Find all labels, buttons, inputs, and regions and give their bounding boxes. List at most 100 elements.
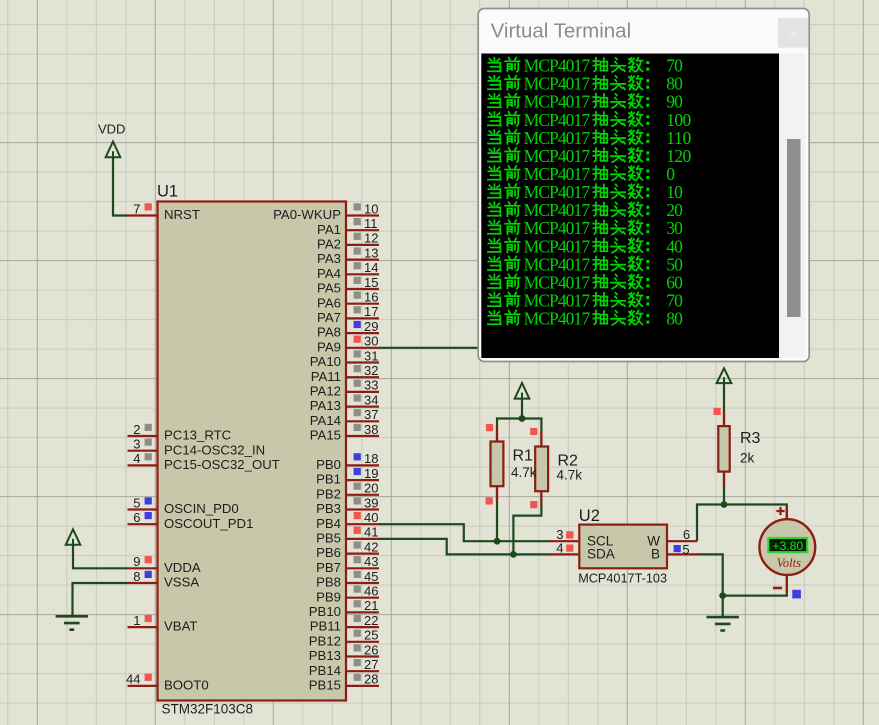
- svg-text:32: 32: [364, 363, 378, 378]
- svg-text:MCP4017: MCP4017: [524, 254, 591, 274]
- svg-text:VDDA: VDDA: [164, 560, 201, 575]
- svg-text:Virtual Terminal: Virtual Terminal: [491, 20, 632, 43]
- svg-text:MCP4017: MCP4017: [524, 291, 591, 311]
- svg-text:40: 40: [666, 236, 683, 256]
- svg-text:110: 110: [666, 128, 691, 148]
- svg-text:NRST: NRST: [164, 207, 200, 222]
- svg-text:34: 34: [364, 392, 378, 407]
- svg-text:18: 18: [364, 451, 378, 466]
- svg-text:PA3: PA3: [317, 251, 341, 266]
- svg-text:PB14: PB14: [309, 663, 341, 678]
- svg-text:31: 31: [364, 348, 378, 363]
- svg-text:28: 28: [364, 672, 378, 687]
- svg-text:15: 15: [364, 275, 378, 290]
- svg-text:8: 8: [133, 569, 140, 584]
- svg-text:R3: R3: [740, 430, 761, 447]
- svg-text:PB2: PB2: [316, 486, 341, 501]
- svg-text:4.7k: 4.7k: [557, 468, 583, 483]
- svg-text:2: 2: [133, 422, 140, 437]
- svg-text:U2: U2: [579, 507, 600, 525]
- svg-text:MCP4017T-103: MCP4017T-103: [578, 572, 667, 586]
- svg-text:13: 13: [364, 245, 378, 260]
- svg-text:PA11: PA11: [311, 369, 341, 384]
- svg-text:PB12: PB12: [309, 633, 341, 648]
- svg-text:14: 14: [364, 260, 378, 275]
- svg-text:41: 41: [364, 525, 378, 540]
- svg-text:MCP4017: MCP4017: [524, 92, 591, 112]
- svg-text:12: 12: [364, 231, 378, 246]
- svg-text:0: 0: [666, 164, 675, 184]
- svg-text:80: 80: [666, 74, 683, 94]
- svg-text:90: 90: [666, 92, 683, 112]
- svg-text:70: 70: [666, 56, 683, 76]
- svg-text:11: 11: [364, 216, 378, 231]
- svg-text:PB4: PB4: [316, 516, 341, 531]
- svg-text:4.7k: 4.7k: [511, 465, 537, 480]
- svg-text:PA2: PA2: [317, 237, 341, 252]
- svg-text:R1: R1: [513, 448, 534, 465]
- svg-text:MCP4017: MCP4017: [524, 182, 591, 202]
- svg-text:5: 5: [133, 495, 140, 510]
- svg-text:5: 5: [682, 542, 689, 557]
- svg-text:PA0-WKUP: PA0-WKUP: [273, 207, 341, 222]
- svg-text:MCP4017: MCP4017: [524, 236, 591, 256]
- svg-text:MCP4017: MCP4017: [524, 200, 591, 220]
- svg-text:PB6: PB6: [316, 545, 341, 560]
- svg-text:120: 120: [666, 146, 691, 166]
- svg-text:×: ×: [789, 26, 798, 43]
- svg-text:PA12: PA12: [310, 384, 341, 399]
- svg-text:4: 4: [556, 540, 563, 555]
- svg-text:26: 26: [364, 642, 378, 657]
- svg-text:16: 16: [364, 290, 378, 305]
- svg-text:80: 80: [666, 309, 683, 329]
- svg-text:MCP4017: MCP4017: [524, 272, 591, 292]
- svg-text:45: 45: [364, 569, 378, 584]
- svg-text:PB8: PB8: [316, 575, 341, 590]
- svg-text:BOOT0: BOOT0: [164, 678, 209, 693]
- svg-text:VDD: VDD: [98, 122, 125, 137]
- svg-text:10: 10: [666, 182, 683, 202]
- svg-text:MCP4017: MCP4017: [524, 309, 591, 329]
- svg-text:6: 6: [683, 527, 690, 542]
- svg-text:43: 43: [364, 554, 378, 569]
- svg-text:PA14: PA14: [310, 413, 341, 428]
- svg-text:3: 3: [133, 437, 140, 452]
- svg-text:37: 37: [364, 407, 378, 422]
- svg-text:100: 100: [666, 110, 691, 130]
- svg-text:MCP4017: MCP4017: [524, 218, 591, 238]
- svg-text:PB1: PB1: [316, 472, 341, 487]
- svg-text:PB3: PB3: [316, 501, 341, 516]
- svg-text:PB0: PB0: [316, 457, 341, 472]
- svg-text:19: 19: [364, 466, 378, 481]
- svg-text:MCP4017: MCP4017: [524, 110, 591, 130]
- svg-text:2k: 2k: [740, 451, 755, 466]
- svg-text:30: 30: [364, 334, 378, 349]
- svg-text:22: 22: [364, 613, 378, 628]
- svg-text:MCP4017: MCP4017: [524, 146, 591, 166]
- svg-text:4: 4: [133, 451, 140, 466]
- svg-text:PA4: PA4: [317, 266, 341, 281]
- svg-text:7: 7: [133, 201, 140, 216]
- svg-text:PB15: PB15: [309, 678, 341, 693]
- svg-text:38: 38: [364, 422, 378, 437]
- svg-text:PB5: PB5: [316, 531, 341, 546]
- svg-text:OSCOUT_PD1: OSCOUT_PD1: [164, 516, 253, 531]
- svg-text:MCP4017: MCP4017: [524, 74, 591, 94]
- svg-text:29: 29: [364, 319, 378, 334]
- svg-text:PA7: PA7: [317, 310, 341, 325]
- svg-text:60: 60: [666, 272, 683, 292]
- svg-text:PB10: PB10: [309, 604, 341, 619]
- svg-text:PA5: PA5: [317, 281, 341, 296]
- svg-text:B: B: [651, 547, 660, 562]
- svg-text:70: 70: [666, 291, 683, 311]
- svg-text:9: 9: [133, 554, 140, 569]
- svg-text:42: 42: [364, 539, 378, 554]
- svg-text:Volts: Volts: [777, 556, 801, 570]
- svg-text:MCP4017: MCP4017: [524, 56, 591, 76]
- svg-text:U1: U1: [157, 183, 178, 201]
- svg-text:27: 27: [364, 657, 378, 672]
- svg-text:20: 20: [364, 481, 378, 496]
- svg-text:30: 30: [666, 218, 683, 238]
- svg-text:PA10: PA10: [310, 354, 341, 369]
- svg-text:PA1: PA1: [317, 222, 341, 237]
